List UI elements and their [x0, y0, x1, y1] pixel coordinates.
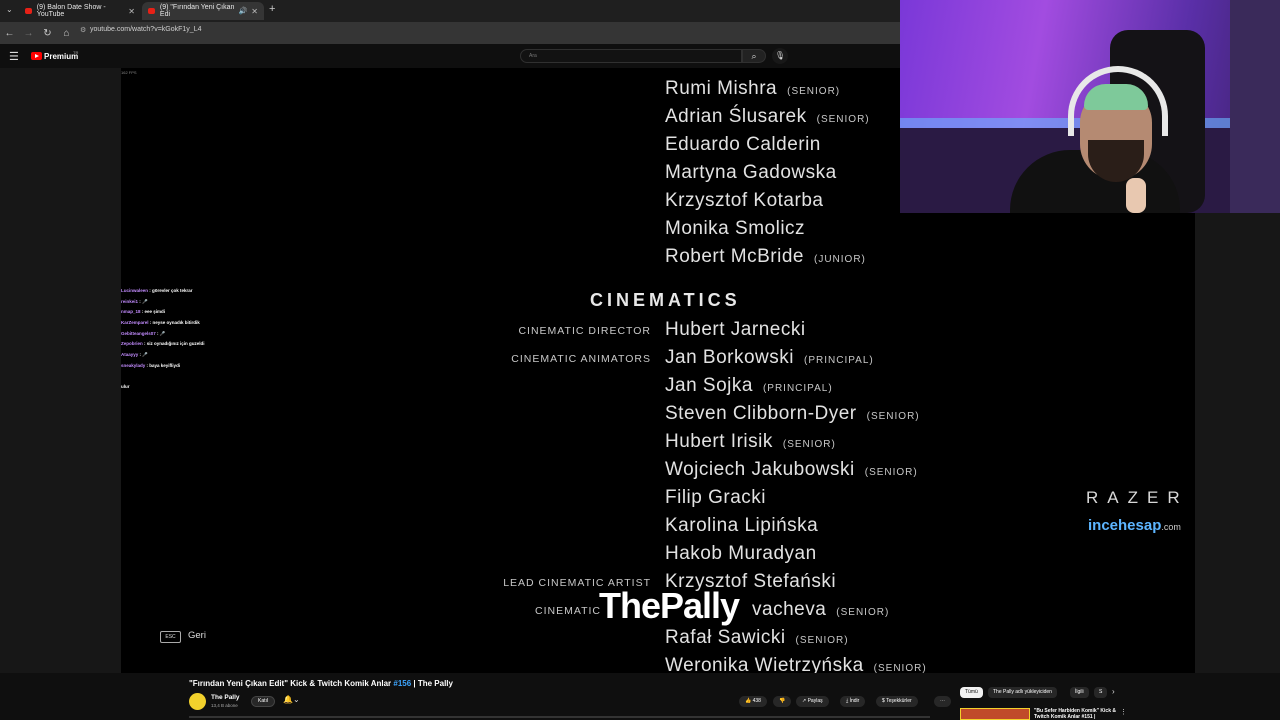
credit-name: Rafał Sawicki (SENIOR) — [665, 627, 849, 648]
youtube-favicon-icon — [25, 8, 32, 14]
credit-seniority-tag: (PRINCIPAL) — [804, 355, 874, 366]
credit-seniority-tag: (SENIOR) — [866, 411, 920, 422]
right-background — [1195, 213, 1280, 673]
channel-name[interactable]: The Pally — [211, 694, 240, 701]
join-button[interactable]: Katıl — [251, 696, 275, 707]
browser-tab-strip: ⌄ (9) Balon Date Show - YouTube ✕ (9) "F… — [0, 0, 900, 22]
tab-balon-date-show[interactable]: (9) Balon Date Show - YouTube ✕ — [19, 2, 141, 20]
credit-role: CINEMATIC — [535, 605, 601, 617]
credit-name: Adrian Ślusarek (SENIOR) — [665, 106, 870, 127]
esc-back-label: Geri — [188, 630, 206, 641]
kebab-menu-icon[interactable]: ⋮ — [1120, 708, 1127, 716]
channel-avatar[interactable] — [189, 693, 206, 710]
site-info-icon[interactable]: ⚙ — [80, 26, 86, 34]
video-progress-bar[interactable] — [189, 716, 930, 718]
youtube-header: ☰ Premium TR Ara ⌕ 🎙 — [0, 44, 900, 68]
tab-list-chevron-icon[interactable]: ⌄ — [6, 5, 13, 14]
search-icon[interactable]: ⌕ — [742, 49, 766, 63]
sponsor-incehesap-logo: incehesap.com — [1088, 517, 1181, 534]
webcam-shelf — [1230, 0, 1280, 213]
back-arrow-icon[interactable]: ← — [0, 28, 19, 39]
credit-name: Jan Sojka (PRINCIPAL) — [665, 375, 833, 396]
credit-name: Hubert Irisik (SENIOR) — [665, 431, 836, 452]
subscriber-count: 13,4 B abone — [211, 703, 238, 708]
thumbs-down-icon: 👎 — [779, 698, 786, 704]
credit-seniority-tag: (SENIOR) — [787, 86, 841, 97]
address-bar-row: ← → ↻ ⌂ ⚙ youtube.com/watch?v=kGokF1y_L4 — [0, 22, 900, 44]
thumbs-up-icon: 👍 — [745, 698, 752, 704]
youtube-favicon-icon — [148, 8, 155, 14]
recommendation-title[interactable]: "Bu Sefer Harbiden Komik" Kick & Twitch … — [1034, 708, 1124, 720]
download-button[interactable]: ⤓ İndir — [840, 696, 866, 707]
credit-name: Weronika Wietrzyńska (SENIOR) — [665, 655, 927, 673]
credit-seniority-tag: (PRINCIPAL) — [762, 383, 833, 394]
close-icon[interactable]: ✕ — [251, 7, 258, 16]
more-actions-button[interactable]: ⋯ — [934, 696, 951, 707]
streamer-webcam — [900, 0, 1280, 213]
close-icon[interactable]: ✕ — [128, 7, 135, 16]
credit-seniority-tag: (SENIOR) — [782, 439, 836, 450]
url-field[interactable]: youtube.com/watch?v=kGokF1y_L4 — [90, 26, 201, 33]
tab-firindan-yeni[interactable]: (9) "Fırından Yeni Çıkan Edi 🔊 ✕ — [142, 2, 264, 20]
credit-name: Hubert Jarnecki — [665, 319, 806, 340]
youtube-logo-icon[interactable] — [31, 52, 42, 60]
recommendation-thumbnail[interactable] — [960, 708, 1030, 720]
credit-seniority-tag: (SENIOR) — [873, 663, 927, 673]
microphone — [1126, 178, 1146, 213]
like-button[interactable]: 👍 438 — [739, 696, 767, 707]
chevron-right-icon[interactable]: › — [1112, 687, 1115, 696]
credit-name: Rumi Mishra (SENIOR) — [665, 78, 841, 99]
credit-seniority-tag: (SENIOR) — [864, 467, 918, 478]
video-title: "Fırından Yeni Çıkan Edit" Kick & Twitch… — [189, 679, 453, 688]
share-button[interactable]: ↗ Paylaş — [796, 696, 829, 707]
thanks-button[interactable]: $ Teşekkürler — [876, 696, 918, 707]
credit-role: CINEMATIC DIRECTOR — [518, 325, 651, 337]
credits-section-title: CINEMATICS — [590, 290, 741, 310]
dislike-button[interactable]: 👎 — [773, 696, 792, 707]
video-info-bar: "Fırından Yeni Çıkan Edit" Kick & Twitch… — [0, 673, 1280, 720]
credit-name: Robert McBride (JUNIOR) — [665, 246, 866, 267]
thanks-icon: $ — [882, 698, 885, 704]
home-icon[interactable]: ⌂ — [57, 28, 76, 39]
credit-seniority-tag: (SENIOR) — [836, 607, 890, 618]
chip-all[interactable]: Tümü — [960, 687, 983, 698]
credit-name: Eduardo Calderin — [665, 134, 821, 155]
new-tab-button[interactable]: + — [269, 3, 275, 15]
microphone-icon[interactable]: 🎙 — [772, 48, 788, 64]
streamer-watermark: ThePally — [599, 585, 740, 626]
search-input[interactable]: Ara — [520, 49, 742, 63]
speaker-icon[interactable]: 🔊 — [239, 7, 248, 15]
share-icon: ↗ — [802, 698, 807, 704]
tab-label: (9) "Fırından Yeni Çıkan Edi — [159, 4, 235, 18]
credit-name: Wojciech Jakubowski (SENIOR) — [665, 459, 918, 480]
credit-name: Karolina Lipińska — [665, 515, 819, 536]
chip-from-uploader[interactable]: The Pally adlı yükleyiciden — [988, 687, 1057, 698]
reload-icon[interactable]: ↻ — [38, 28, 57, 39]
credit-name: Krzysztof Kotarba — [665, 190, 824, 211]
hashtag-link[interactable]: #156 — [393, 679, 411, 688]
left-background — [0, 68, 121, 673]
bell-icon[interactable]: 🔔⌄ — [283, 695, 300, 704]
forward-arrow-icon[interactable]: → — [19, 28, 38, 39]
sponsor-razer-logo: RAZER — [1086, 488, 1189, 507]
credit-name: Monika Smolicz — [665, 218, 806, 239]
download-icon: ⤓ — [846, 698, 849, 704]
credit-name: Steven Clibborn-Dyer (SENIOR) — [665, 403, 920, 424]
credit-name: vacheva (SENIOR) — [752, 599, 890, 620]
credit-seniority-tag: (SENIOR) — [816, 114, 870, 125]
credit-seniority-tag: (JUNIOR) — [814, 254, 866, 265]
credit-name: Filip Gracki — [665, 487, 767, 508]
credit-role: CINEMATIC ANIMATORS — [511, 353, 651, 365]
esc-key-hint: ESC — [160, 631, 181, 643]
hamburger-menu-icon[interactable]: ☰ — [9, 50, 19, 63]
credit-name: Jan Borkowski (PRINCIPAL) — [665, 347, 874, 368]
credit-name: Martyna Gadowska — [665, 162, 837, 183]
country-code: TR — [73, 50, 79, 55]
chip-more[interactable]: S — [1094, 687, 1108, 698]
credit-seniority-tag: (SENIOR) — [795, 635, 849, 646]
credit-name: Hakob Muradyan — [665, 543, 817, 564]
chip-related[interactable]: İlgili — [1070, 687, 1089, 698]
tab-label: (9) Balon Date Show - YouTube — [36, 4, 106, 18]
